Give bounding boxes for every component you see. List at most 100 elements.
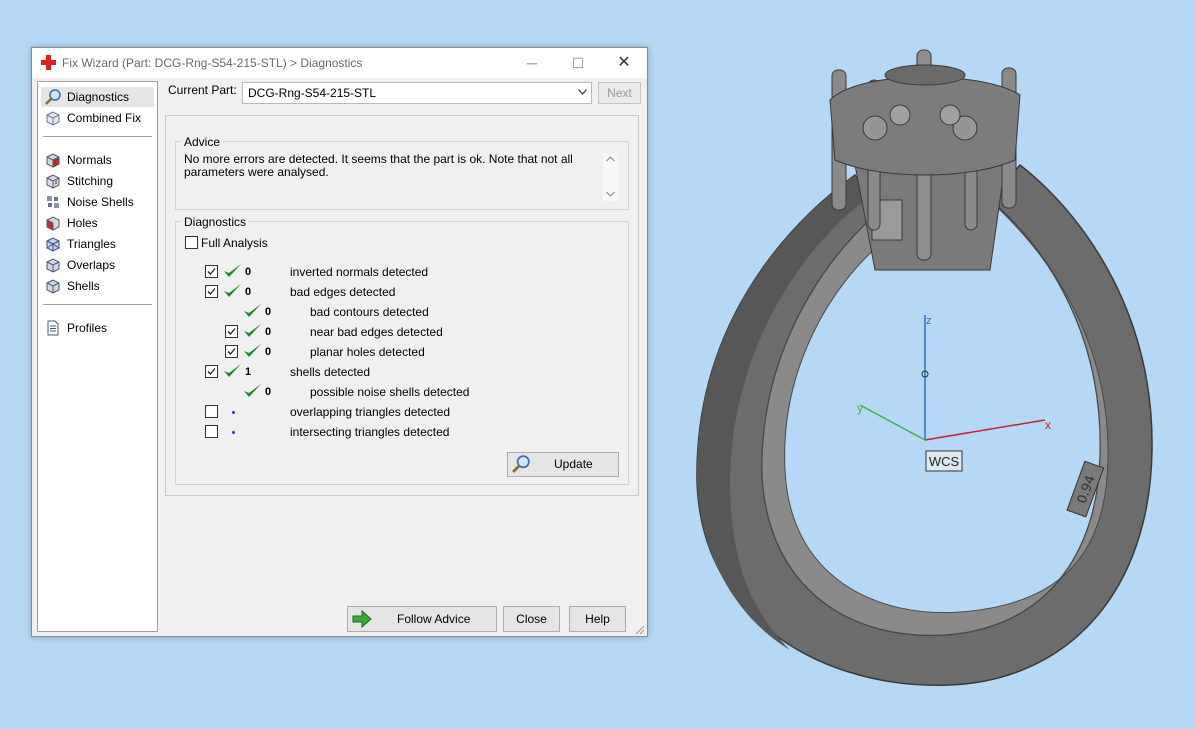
sidebar-item-stitching[interactable]: Stitching bbox=[41, 171, 154, 191]
dots-icon bbox=[47, 196, 59, 208]
sidebar-item-overlaps[interactable]: Overlaps bbox=[41, 255, 154, 275]
magnifier-icon bbox=[45, 89, 61, 105]
help-button[interactable]: Help bbox=[569, 606, 626, 632]
sidebar-divider bbox=[43, 136, 152, 137]
current-part-select[interactable]: DCG-Rng-S54-215-STL bbox=[242, 82, 592, 104]
diagnostics-title: Diagnostics bbox=[181, 215, 250, 229]
x-axis-line bbox=[924, 419, 1046, 441]
scroll-down-icon bbox=[606, 191, 615, 197]
current-part-value: DCG-Rng-S54-215-STL bbox=[248, 86, 377, 100]
inverted-normals-checkbox[interactable] bbox=[205, 265, 218, 278]
inverted-normals-text: inverted normals detected bbox=[290, 265, 429, 279]
noise-shells-count: 0 bbox=[265, 386, 272, 398]
sidebar-item-shells[interactable]: Shells bbox=[41, 276, 154, 296]
document-icon bbox=[47, 320, 59, 336]
sidebar-item-label: Shells bbox=[67, 279, 100, 293]
advice-title: Advice bbox=[181, 135, 224, 149]
near-bad-edges-checkbox[interactable] bbox=[225, 325, 238, 338]
ring-model[interactable]: 0.94 z x y WCS bbox=[660, 0, 1195, 726]
fix-wizard-window: Fix Wizard (Part: DCG-Rng-S54-215-STL) >… bbox=[31, 47, 648, 637]
full-analysis-label: Full Analysis bbox=[201, 236, 268, 250]
green-arrow-icon bbox=[352, 610, 372, 628]
green-check-icon bbox=[224, 364, 241, 377]
magnifier-icon bbox=[512, 455, 530, 473]
checkmark-icon bbox=[207, 288, 216, 295]
close-button[interactable]: Close bbox=[503, 606, 560, 632]
overlapping-triangles-text: overlapping triangles detected bbox=[290, 405, 451, 419]
sidebar-item-triangles[interactable]: Triangles bbox=[41, 234, 154, 254]
planar-holes-count: 0 bbox=[265, 346, 272, 358]
planar-holes-checkbox[interactable] bbox=[225, 345, 238, 358]
green-check-icon bbox=[224, 264, 241, 277]
cube-hole-icon bbox=[46, 216, 60, 231]
maximize-button[interactable]: ☐ bbox=[555, 48, 601, 78]
checkmark-icon bbox=[207, 368, 216, 375]
cube-shells-icon bbox=[46, 279, 60, 294]
sidebar-item-label: Normals bbox=[67, 153, 112, 167]
sidebar-divider bbox=[43, 304, 152, 305]
z-axis-label: z bbox=[926, 315, 932, 327]
follow-advice-button[interactable]: Follow Advice bbox=[347, 606, 497, 632]
sidebar-item-label: Noise Shells bbox=[67, 195, 134, 209]
sidebar-item-holes[interactable]: Holes bbox=[41, 213, 154, 233]
green-check-icon bbox=[244, 384, 261, 397]
sidebar-item-normals[interactable]: Normals bbox=[41, 150, 154, 170]
current-part-label: Current Part: bbox=[168, 83, 237, 97]
full-analysis-checkbox[interactable] bbox=[185, 236, 198, 249]
sidebar-item-label: Diagnostics bbox=[67, 90, 130, 104]
inverted-normals-count: 0 bbox=[245, 266, 252, 278]
title-bar[interactable]: Fix Wizard (Part: DCG-Rng-S54-215-STL) >… bbox=[32, 48, 647, 78]
near-bad-edges-count: 0 bbox=[265, 326, 272, 338]
checkmark-icon bbox=[227, 348, 236, 355]
sidebar-item-profiles[interactable]: Profiles bbox=[41, 318, 154, 338]
sidebar-item-label: Combined Fix bbox=[67, 111, 142, 125]
x-axis-label: x bbox=[1045, 418, 1051, 432]
bad-edges-checkbox[interactable] bbox=[205, 285, 218, 298]
near-bad-edges-text: near bad edges detected bbox=[310, 325, 443, 339]
planar-holes-text: planar holes detected bbox=[310, 345, 425, 359]
bad-edges-count: 0 bbox=[245, 286, 252, 298]
checkmark-icon bbox=[227, 328, 236, 335]
triangles-icon bbox=[46, 237, 60, 252]
shells-count: 1 bbox=[245, 366, 252, 378]
overlapping-triangles-checkbox[interactable] bbox=[205, 405, 218, 418]
update-label: Update bbox=[554, 457, 593, 471]
window-title: Fix Wizard (Part: DCG-Rng-S54-215-STL) >… bbox=[62, 56, 363, 70]
close-window-button[interactable]: ✕ bbox=[601, 48, 647, 78]
sidebar-item-label: Profiles bbox=[67, 321, 108, 335]
intersecting-triangles-checkbox[interactable] bbox=[205, 425, 218, 438]
cube-stitch-icon bbox=[46, 174, 60, 189]
cube-icon bbox=[46, 111, 60, 126]
wcs-label: WCS bbox=[929, 454, 960, 469]
noise-shells-text: possible noise shells detected bbox=[310, 385, 470, 399]
shells-checkbox[interactable] bbox=[205, 365, 218, 378]
update-button[interactable]: Update bbox=[507, 452, 619, 477]
sidebar-item-label: Overlaps bbox=[67, 258, 116, 272]
green-check-icon bbox=[224, 284, 241, 297]
sidebar-item-label: Holes bbox=[67, 216, 98, 230]
cube-overlap-icon bbox=[46, 258, 60, 273]
scroll-up-icon bbox=[606, 156, 615, 162]
sidebar-item-combined-fix[interactable]: Combined Fix bbox=[41, 108, 154, 128]
green-check-icon bbox=[244, 324, 261, 337]
3d-viewport[interactable]: 0.94 z x y WCS bbox=[660, 0, 1195, 726]
y-axis-line bbox=[859, 404, 926, 441]
intersecting-triangles-text: intersecting triangles detected bbox=[290, 425, 450, 439]
chevron-down-icon bbox=[578, 89, 587, 95]
resize-grip-icon[interactable] bbox=[634, 624, 645, 635]
sidebar-item-diagnostics[interactable]: Diagnostics bbox=[41, 87, 154, 107]
shells-text: shells detected bbox=[290, 365, 371, 379]
red-cross-icon bbox=[41, 55, 56, 70]
follow-advice-label: Follow Advice bbox=[397, 612, 471, 626]
minimize-button[interactable]: ─ bbox=[509, 48, 555, 78]
sidebar: Diagnostics Combined Fix Normals Stitchi… bbox=[37, 81, 158, 632]
advice-scrollbar[interactable] bbox=[603, 153, 618, 201]
cube-red-face-icon bbox=[46, 153, 60, 168]
sidebar-item-label: Triangles bbox=[67, 237, 116, 251]
bad-contours-count: 0 bbox=[265, 306, 272, 318]
y-axis-label: y bbox=[857, 401, 863, 415]
pending-dot-icon bbox=[232, 411, 235, 414]
sidebar-item-noise-shells[interactable]: Noise Shells bbox=[41, 192, 154, 212]
bad-edges-text: bad edges detected bbox=[290, 285, 396, 299]
next-button[interactable]: Next bbox=[598, 82, 641, 104]
